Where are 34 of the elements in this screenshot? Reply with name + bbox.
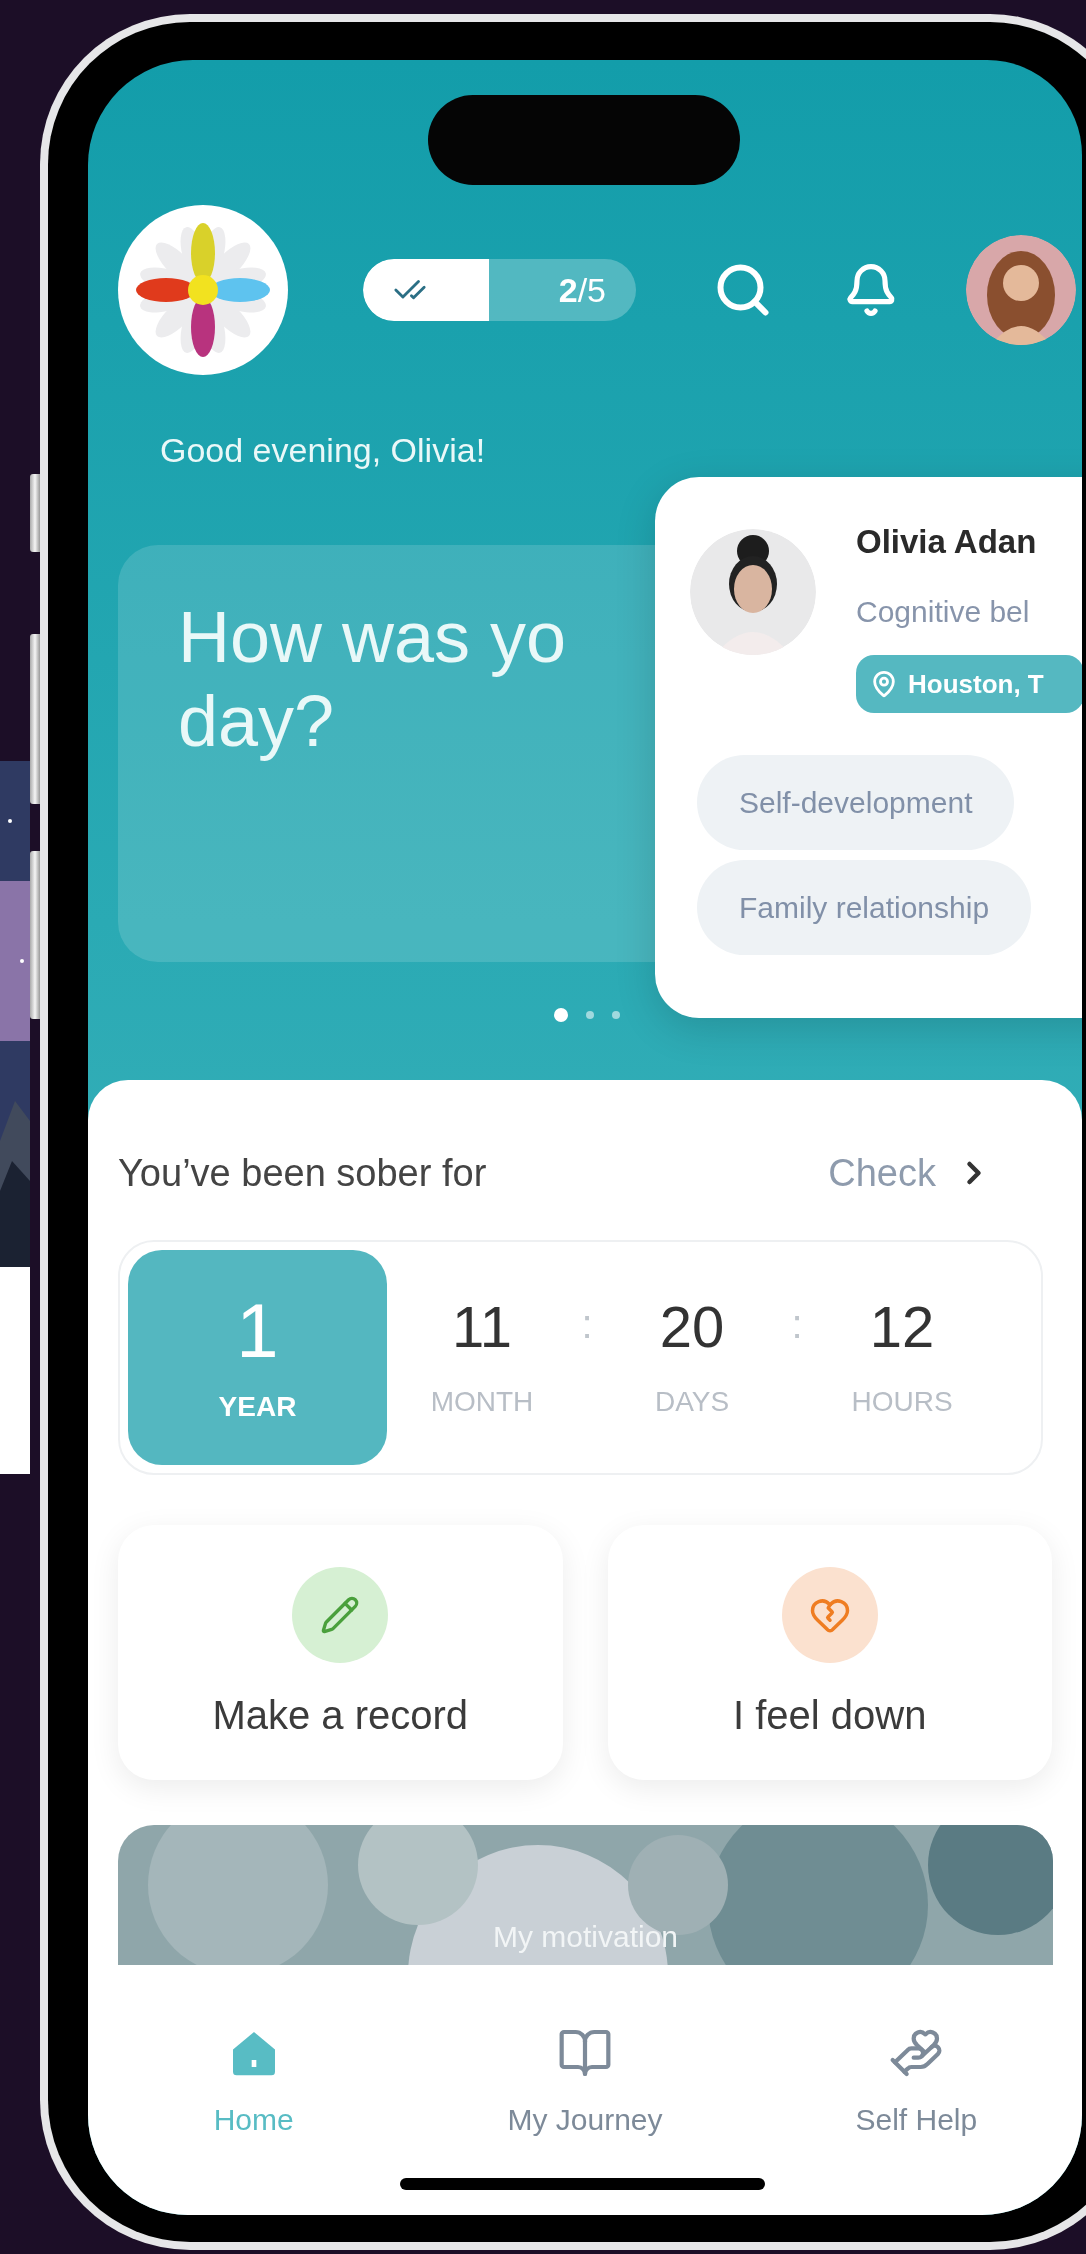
unit-value: 1 [236, 1292, 279, 1369]
check-link[interactable]: Check [828, 1151, 992, 1195]
therapist-specialty: Cognitive bel [856, 595, 1030, 629]
carousel-dot[interactable] [553, 1008, 568, 1022]
nav-tab[interactable]: My Journey [419, 2025, 751, 2137]
logo[interactable] [118, 205, 288, 375]
profile-avatar[interactable] [966, 235, 1076, 345]
unit-label: DAYS [654, 1385, 730, 1418]
unit-label: HOURS [851, 1385, 953, 1418]
unit-value: 12 [869, 1297, 935, 1356]
sober-label: You’ve been sober for [118, 1151, 487, 1196]
unit-label: YEAR [218, 1390, 297, 1423]
time-separator: : [580, 1302, 594, 1347]
nav-tab[interactable]: Self Help [750, 2025, 1082, 2137]
prompt-headline: day? [178, 680, 335, 763]
topic-tag: Self-development [697, 755, 1015, 850]
pencil-icon [320, 1595, 361, 1635]
location-tag: Houston, T [856, 655, 1082, 713]
nav-tab[interactable]: Home [88, 2025, 420, 2137]
prompt-headline: How was yo [178, 596, 567, 679]
unit-label: MONTH [430, 1385, 534, 1418]
action-card[interactable]: Make a record [118, 1525, 563, 1780]
time-separator: : [790, 1302, 804, 1347]
carousel-dot[interactable] [585, 1011, 594, 1019]
topic-tag: Family relationship [697, 860, 1032, 955]
unit-value: 20 [659, 1297, 725, 1356]
greeting: Good evening, Olivia! [160, 430, 487, 470]
progress-count: 2/5 [558, 270, 606, 310]
carousel-dot[interactable] [611, 1011, 620, 1019]
therapist-name: Olivia Adan [856, 522, 1037, 562]
unit-value: 11 [451, 1297, 513, 1356]
action-card[interactable]: I feel down [607, 1525, 1052, 1780]
location-pin-icon [870, 670, 898, 698]
progress-pill[interactable]: 2/5 [363, 259, 636, 321]
